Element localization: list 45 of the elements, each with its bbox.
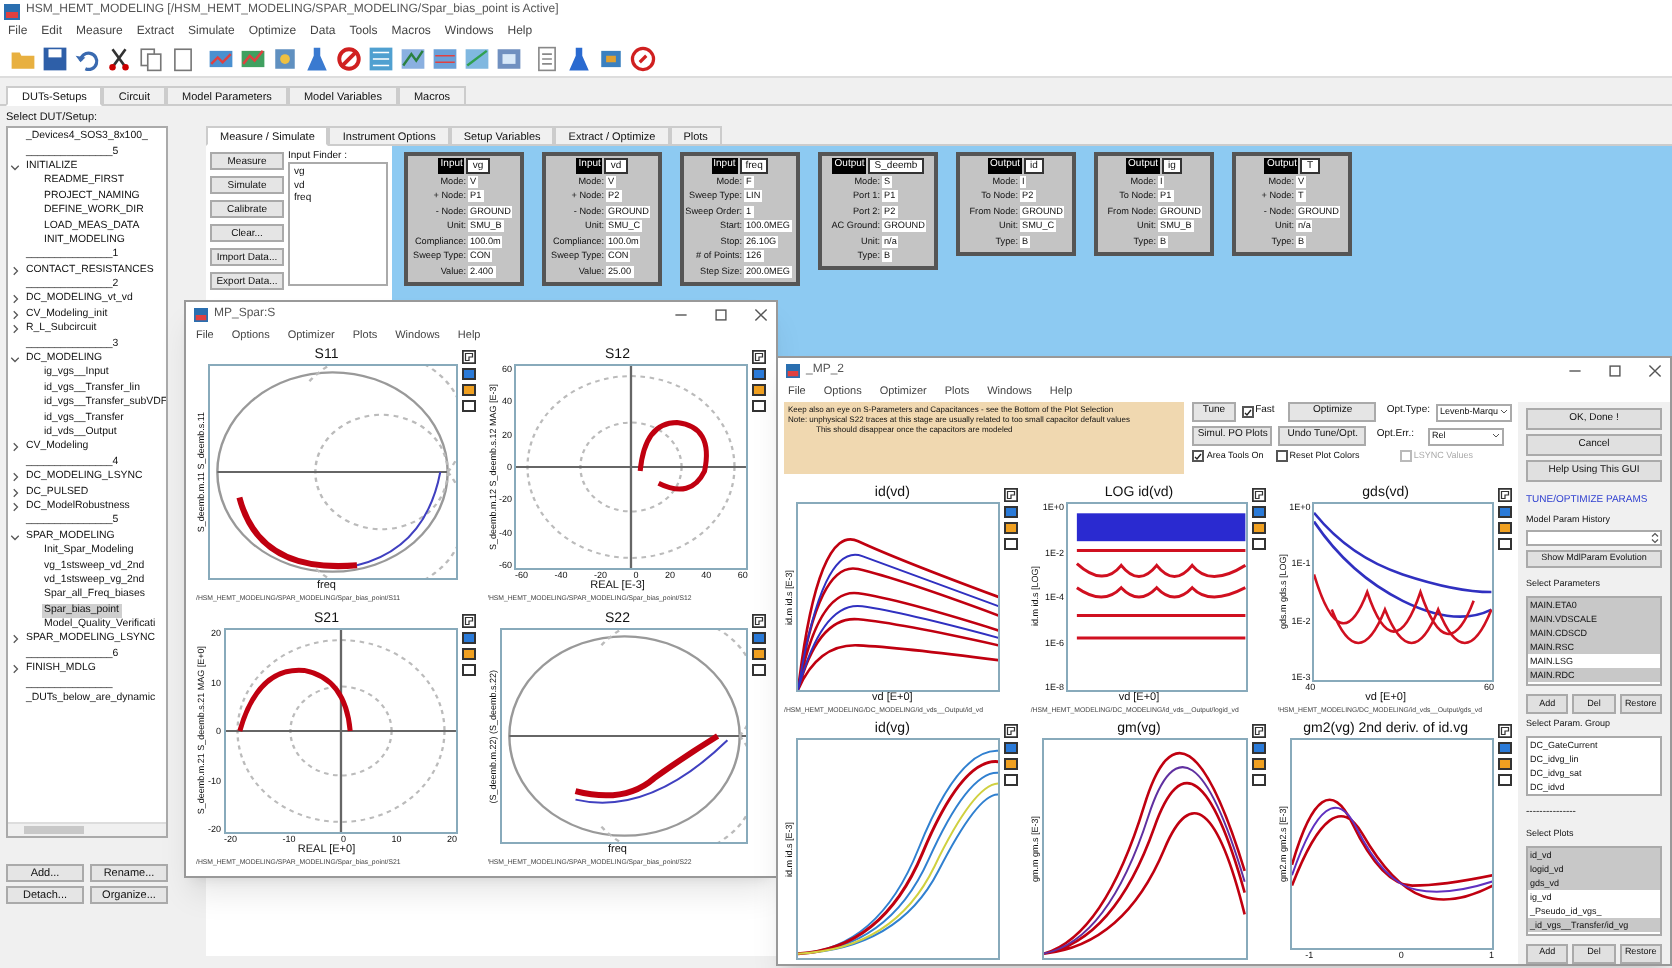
close-icon[interactable] bbox=[754, 307, 768, 321]
chevron-icon[interactable] bbox=[10, 442, 20, 453]
chevron-icon[interactable] bbox=[10, 265, 20, 276]
chevron-icon[interactable] bbox=[10, 354, 20, 365]
chevron-icon[interactable] bbox=[10, 294, 20, 305]
chevron-icon[interactable] bbox=[10, 501, 20, 512]
paste-icon[interactable] bbox=[170, 45, 196, 71]
plot-setup-icon[interactable] bbox=[1498, 724, 1512, 738]
plot-setup-icon[interactable] bbox=[1251, 488, 1266, 502]
document-icon[interactable] bbox=[534, 45, 560, 71]
app-logo-icon[interactable] bbox=[194, 307, 208, 321]
chip-icon[interactable] bbox=[598, 45, 624, 71]
input-field[interactable] bbox=[1526, 530, 1662, 547]
plot-setup-icon[interactable] bbox=[1004, 724, 1019, 738]
checkbox[interactable] bbox=[1241, 406, 1254, 418]
plot-setup-icon[interactable] bbox=[461, 614, 475, 628]
horizontal-scrollbar[interactable] bbox=[8, 822, 166, 836]
chevron-icon[interactable] bbox=[10, 161, 20, 172]
maximize-icon[interactable] bbox=[714, 307, 728, 321]
close-icon[interactable] bbox=[1648, 363, 1662, 377]
save-icon[interactable] bbox=[42, 45, 68, 71]
plot-setup-icon[interactable] bbox=[752, 350, 766, 364]
flask-icon[interactable] bbox=[566, 45, 592, 71]
plot-setup-icon[interactable] bbox=[1004, 488, 1019, 502]
cut-icon[interactable] bbox=[106, 45, 132, 71]
copy-icon[interactable] bbox=[138, 45, 164, 71]
maximize-icon[interactable] bbox=[1608, 363, 1622, 377]
chevron-icon[interactable] bbox=[10, 487, 20, 498]
spinner-icon[interactable] bbox=[1650, 532, 1660, 545]
plot-setup-icon[interactable] bbox=[1251, 724, 1266, 738]
plot-setup-icon[interactable] bbox=[752, 614, 766, 628]
chevron-icon[interactable] bbox=[10, 309, 20, 320]
chevron-icon[interactable] bbox=[10, 324, 20, 335]
plot-setup-icon[interactable] bbox=[461, 350, 475, 364]
app-logo-icon[interactable] bbox=[4, 3, 20, 19]
chevron-icon[interactable] bbox=[10, 531, 20, 542]
checkbox[interactable] bbox=[1275, 450, 1288, 463]
flask-icon[interactable] bbox=[304, 45, 330, 71]
chevron-icon[interactable] bbox=[10, 664, 20, 675]
plot-setup-icon[interactable] bbox=[1498, 488, 1512, 502]
no-sign-icon[interactable] bbox=[336, 45, 362, 71]
chevron-icon[interactable] bbox=[10, 634, 20, 645]
checkbox[interactable] bbox=[1192, 450, 1205, 463]
app-logo-icon[interactable] bbox=[786, 363, 800, 377]
chevron-icon[interactable] bbox=[10, 472, 20, 483]
